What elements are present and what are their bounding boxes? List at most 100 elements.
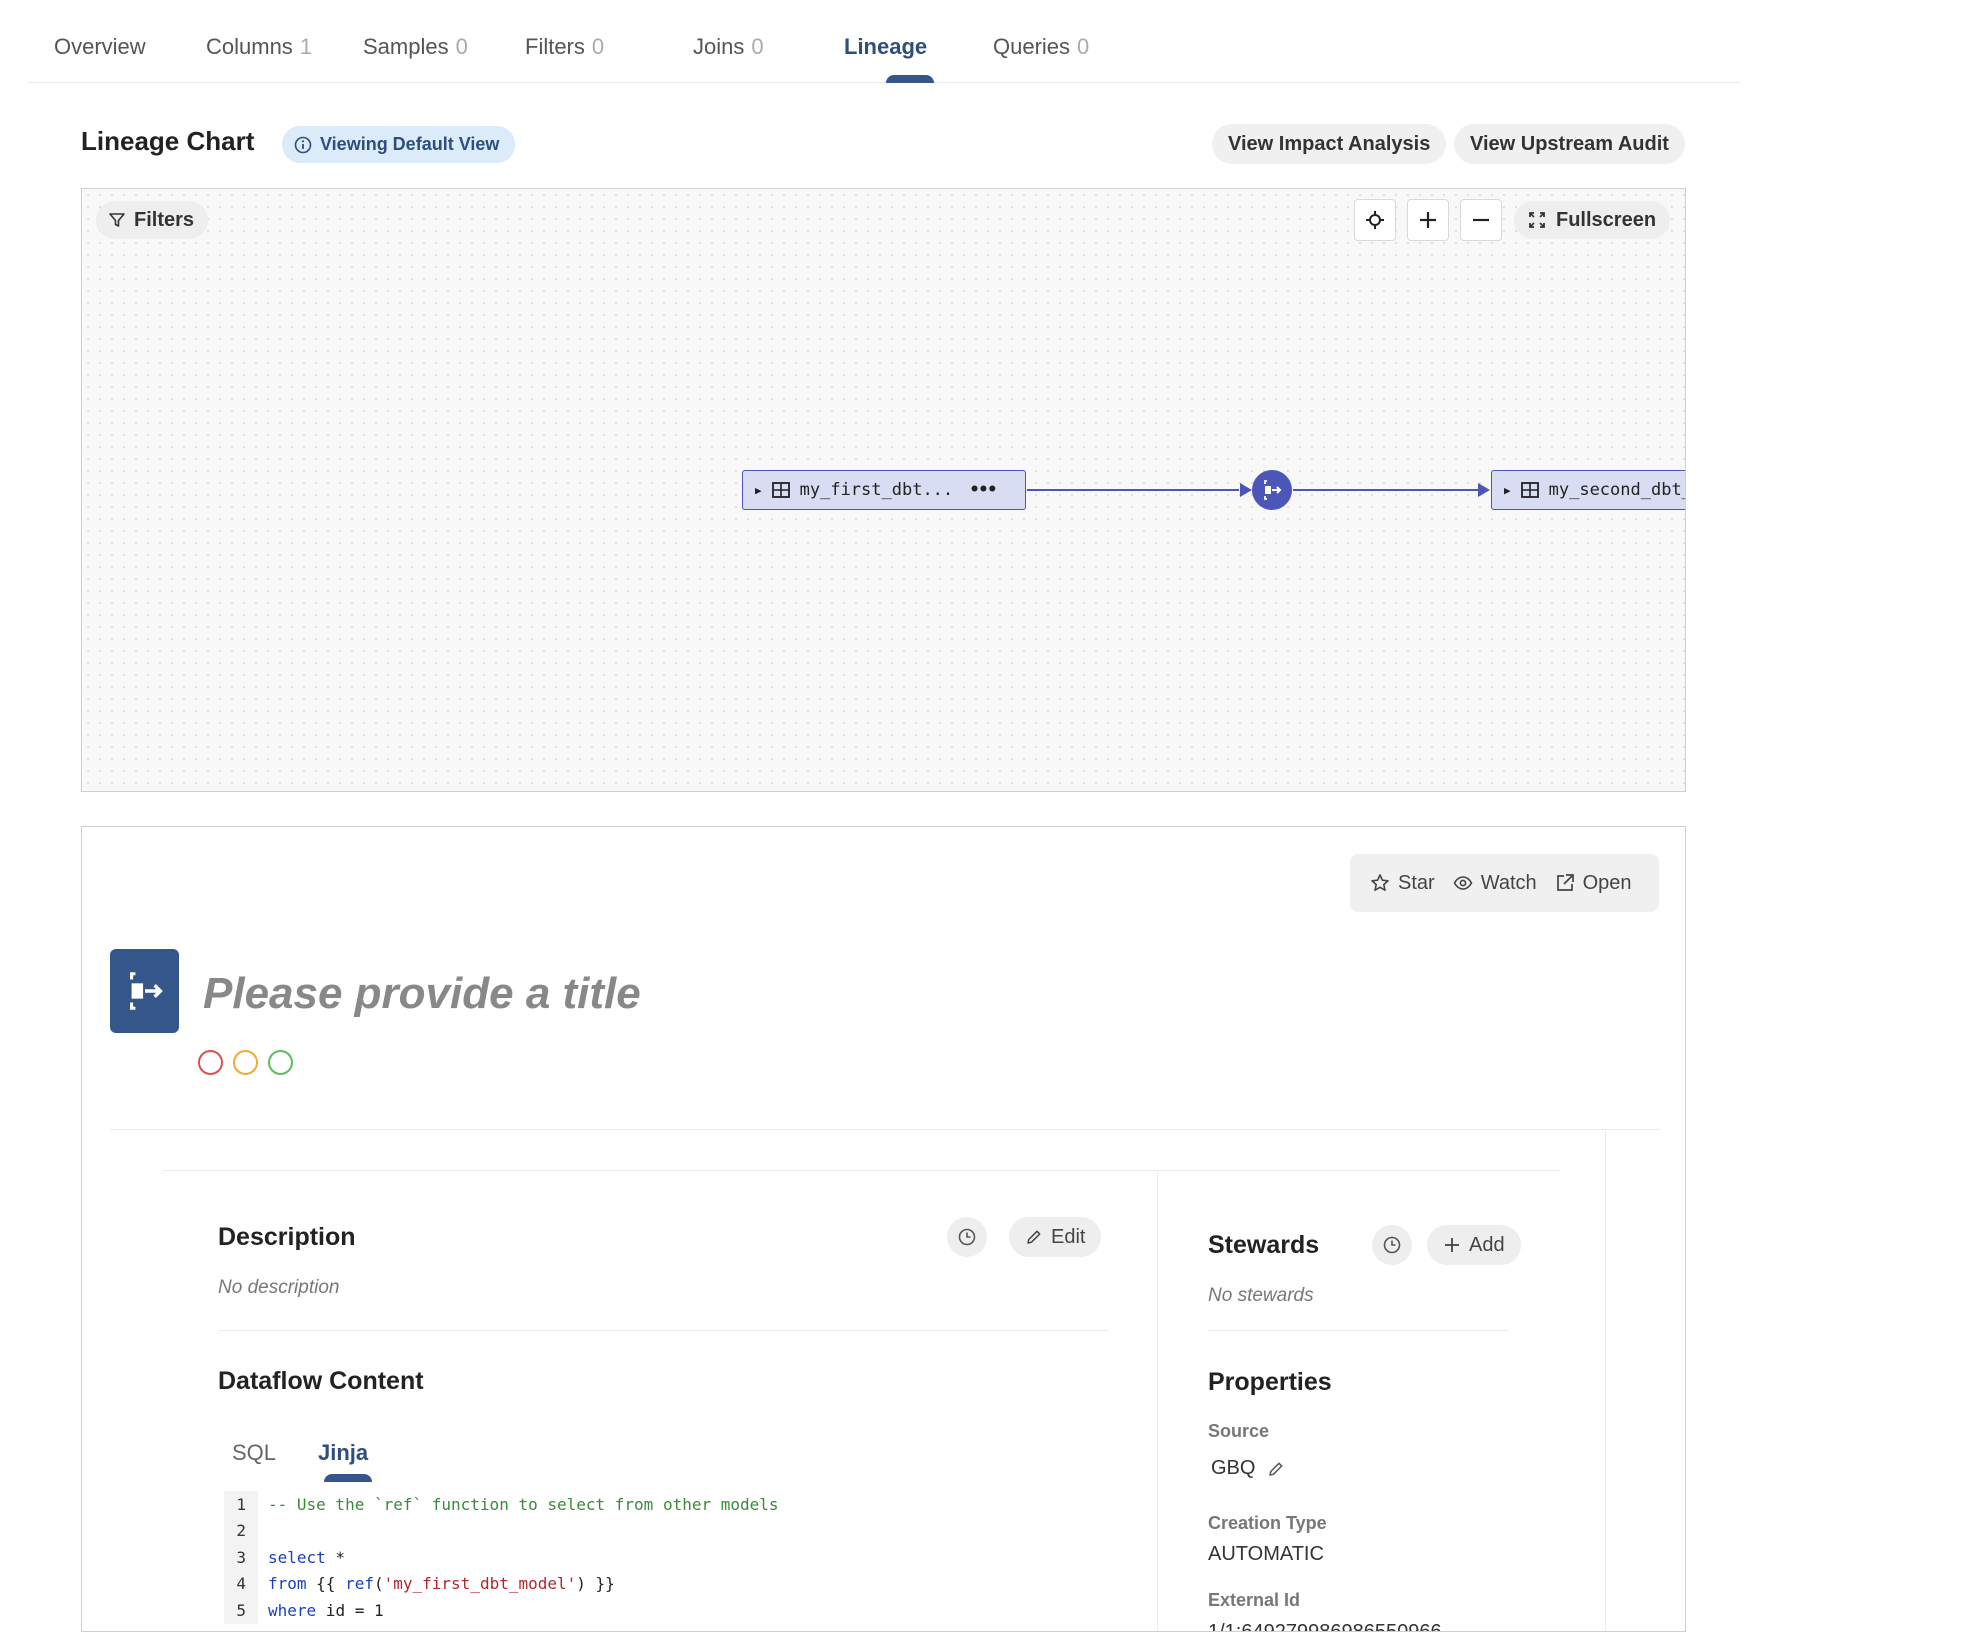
stewards-history-button[interactable] (1372, 1225, 1412, 1265)
code-editor[interactable]: 1 -- Use the `ref` function to select fr… (224, 1491, 1124, 1624)
description-history-button[interactable] (947, 1217, 987, 1257)
code-line: 5 where id = 1 (224, 1597, 1124, 1624)
more-options-icon[interactable]: ••• (969, 480, 998, 500)
code-keyword: from (268, 1574, 307, 1594)
line-number: 1 (224, 1491, 258, 1518)
stewards-heading: Stewards (1208, 1231, 1320, 1259)
lineage-node-source[interactable]: ▶ my_first_dbt... ••• (742, 470, 1026, 510)
column-divider (1157, 1171, 1158, 1631)
source-label: Source (1208, 1421, 1270, 1441)
lineage-canvas[interactable]: Filters Fullscreen ▶ my_first_dbt... •••… (81, 188, 1686, 792)
code-line: 2 (224, 1517, 1124, 1544)
code-line: 1 -- Use the `ref` function to select fr… (224, 1491, 1124, 1518)
divider (218, 1330, 1108, 1331)
lineage-edge (1027, 489, 1239, 491)
add-steward-button[interactable]: Add (1427, 1225, 1521, 1265)
tab-count: 0 (455, 34, 468, 59)
code-line: 3 select * (224, 1544, 1124, 1571)
expand-icon (1529, 212, 1545, 228)
tab-queries[interactable]: Queries 0 (993, 34, 1089, 60)
zoom-in-button[interactable] (1407, 199, 1449, 241)
plus-icon (1420, 212, 1436, 228)
tab-samples[interactable]: Samples 0 (363, 34, 468, 60)
code-function: ref (345, 1574, 374, 1594)
code-string: 'my_first_dbt_model' (383, 1574, 577, 1594)
zoom-out-button[interactable] (1460, 199, 1502, 241)
tab-count: 0 (591, 34, 605, 59)
dataflow-node[interactable] (1252, 470, 1292, 510)
open-button[interactable]: Open (1555, 872, 1632, 895)
table-icon (771, 482, 790, 498)
pencil-icon[interactable] (1267, 1460, 1285, 1478)
status-red-circle[interactable] (198, 1050, 223, 1075)
view-impact-analysis-button[interactable]: View Impact Analysis (1212, 124, 1447, 164)
star-button[interactable]: Star (1370, 872, 1435, 895)
tab-count: 1 (299, 34, 313, 59)
info-icon (294, 136, 312, 153)
crosshair-icon (1366, 211, 1384, 229)
code-text: {{ (306, 1574, 346, 1594)
eye-icon (1453, 876, 1473, 890)
star-icon (1371, 874, 1389, 891)
entity-detail-panel: Star Watch Open Please provide a title D… (81, 826, 1686, 1632)
filter-icon (109, 213, 125, 227)
external-id-value: 1/1:649279986986550966 (1208, 1621, 1442, 1632)
tab-sql[interactable]: SQL (232, 1440, 276, 1466)
source-value-row: GBQ (1211, 1457, 1285, 1480)
creation-type-value: AUTOMATIC (1208, 1543, 1324, 1565)
table-icon (1520, 482, 1539, 498)
tab-columns[interactable]: Columns 1 (206, 34, 312, 60)
recenter-button[interactable] (1354, 199, 1396, 241)
properties-heading: Properties (1208, 1368, 1332, 1396)
lineage-node-target[interactable]: ▶ my_second_dbt_model (1491, 470, 1685, 510)
description-edit-button[interactable]: Edit (1009, 1217, 1102, 1257)
line-number: 4 (224, 1570, 258, 1597)
status-yellow-circle[interactable] (233, 1050, 258, 1075)
entity-actions: Star Watch Open (1350, 854, 1659, 912)
code-text: * (325, 1547, 346, 1567)
plus-icon (1445, 1238, 1459, 1252)
source-value: GBQ (1211, 1457, 1256, 1479)
code-line: 4 from {{ ref('my_first_dbt_model') }} (224, 1570, 1124, 1597)
watch-button[interactable]: Watch (1453, 872, 1537, 895)
lineage-edge (1293, 489, 1478, 491)
node-label: my_first_dbt... (799, 480, 954, 500)
tab-overview[interactable]: Overview (54, 34, 146, 60)
entity-tabs: Overview Columns 1 Samples 0 Filters 0 Join… (28, 0, 1740, 83)
code-keyword: where (268, 1600, 317, 1620)
external-link-icon (1556, 874, 1574, 891)
divider (1605, 1129, 1606, 1631)
tab-joins[interactable]: Joins 0 (693, 34, 764, 60)
external-id-label: External Id (1208, 1590, 1301, 1610)
clock-icon (958, 1228, 976, 1246)
filters-button[interactable]: Filters (96, 201, 209, 239)
code-keyword: select (268, 1547, 326, 1567)
status-indicators (198, 1050, 293, 1075)
divider (162, 1170, 1560, 1171)
pencil-icon (1027, 1230, 1041, 1244)
lineage-chart-title: Lineage Chart (81, 126, 255, 156)
view-upstream-audit-button[interactable]: View Upstream Audit (1454, 124, 1685, 164)
edge-arrowhead (1478, 483, 1490, 497)
tab-jinja[interactable]: Jinja (318, 1440, 368, 1466)
tab-count: 0 (1077, 34, 1090, 59)
node-label: my_second_dbt_model (1548, 480, 1685, 500)
clock-icon (1383, 1236, 1401, 1254)
fullscreen-button[interactable]: Fullscreen (1514, 201, 1671, 239)
entity-title[interactable]: Please provide a title (203, 969, 641, 1019)
code-text: id = 1 (316, 1600, 384, 1620)
status-green-circle[interactable] (268, 1050, 293, 1075)
tab-lineage[interactable]: Lineage (844, 34, 927, 60)
default-view-badge[interactable]: Viewing Default View (282, 126, 516, 163)
tab-filters[interactable]: Filters 0 (525, 34, 604, 60)
line-number: 3 (224, 1544, 258, 1571)
tab-count: 0 (751, 34, 764, 59)
dataflow-entity-icon (110, 949, 179, 1033)
expand-caret-icon[interactable]: ▶ (755, 484, 762, 497)
minus-icon (1473, 218, 1489, 222)
expand-caret-icon[interactable]: ▶ (1504, 484, 1511, 497)
description-empty-text: No description (218, 1277, 340, 1298)
code-text: ( (373, 1574, 384, 1594)
stewards-empty-text: No stewards (1208, 1285, 1314, 1306)
creation-type-label: Creation Type (1208, 1513, 1327, 1533)
